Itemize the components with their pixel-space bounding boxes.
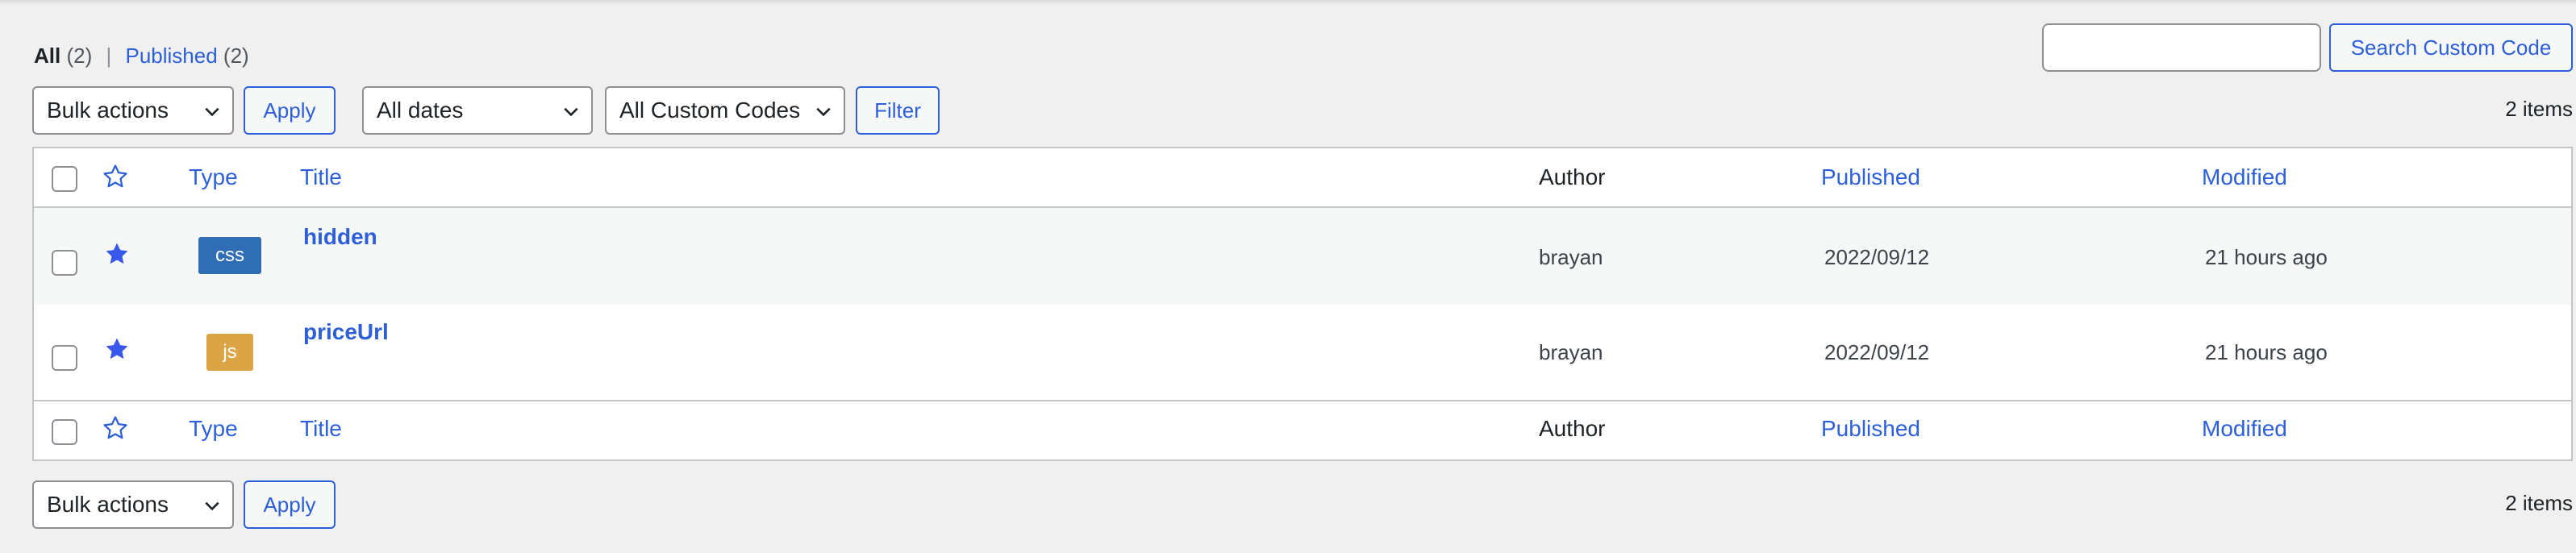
bulk-actions-label: Bulk actions	[47, 98, 169, 123]
select-all-checkbox-footer[interactable]	[52, 419, 77, 445]
row-author-link[interactable]: brayan	[1539, 340, 1603, 365]
search-input[interactable]	[2042, 23, 2321, 72]
status-filters: All (2) | Published (2)	[34, 44, 249, 69]
code-type-select[interactable]: All Custom Codes	[605, 86, 845, 135]
row-published-date: 2022/09/12	[1824, 245, 1930, 269]
dates-select[interactable]: All dates	[362, 86, 593, 135]
footer-column-author: Author	[1539, 416, 1606, 441]
dates-label: All dates	[377, 98, 464, 123]
column-modified[interactable]: Modified	[2202, 164, 2287, 190]
filter-separator: |	[106, 44, 112, 68]
row-checkbox[interactable]	[52, 345, 77, 371]
column-type[interactable]: Type	[189, 164, 238, 190]
star-filled-icon[interactable]	[103, 335, 131, 363]
filter-published[interactable]: Published	[125, 44, 217, 68]
row-modified-date: 21 hours ago	[2205, 340, 2328, 364]
table-row: css hidden brayan 2022/09/12 21 hours ag…	[34, 208, 2571, 305]
row-title-link[interactable]: priceUrl	[303, 319, 389, 345]
chevron-down-icon	[816, 107, 831, 117]
row-author-link[interactable]: brayan	[1539, 245, 1603, 270]
chevron-down-icon	[205, 107, 219, 117]
filter-all-count: (2)	[66, 44, 93, 68]
footer-column-modified[interactable]: Modified	[2202, 416, 2287, 442]
row-title-link[interactable]: hidden	[303, 224, 377, 250]
bulk-actions-select-bottom[interactable]: Bulk actions	[32, 480, 234, 529]
filter-all[interactable]: All	[34, 44, 60, 68]
select-all-checkbox[interactable]	[52, 166, 77, 192]
filter-button[interactable]: Filter	[856, 86, 940, 135]
table-header: Type Title Author Published Modified	[34, 148, 2571, 208]
star-outline-icon[interactable]	[102, 163, 129, 190]
column-author: Author	[1539, 164, 1606, 189]
filter-published-count: (2)	[223, 44, 249, 68]
table-row: js priceUrl brayan 2022/09/12 21 hours a…	[34, 305, 2571, 401]
bulk-actions-select-top[interactable]: Bulk actions	[32, 86, 234, 135]
row-modified-date: 21 hours ago	[2205, 245, 2328, 269]
chevron-down-icon	[205, 501, 219, 511]
custom-code-table: Type Title Author Published Modified css…	[32, 147, 2573, 461]
column-title[interactable]: Title	[300, 164, 342, 190]
column-published[interactable]: Published	[1821, 164, 1920, 190]
table-footer: Type Title Author Published Modified	[34, 401, 2571, 461]
star-filled-icon[interactable]	[103, 240, 131, 268]
row-checkbox[interactable]	[52, 250, 77, 276]
search-button[interactable]: Search Custom Code	[2329, 23, 2573, 72]
apply-button-top[interactable]: Apply	[244, 86, 336, 135]
items-count-bottom: 2 items	[2505, 491, 2573, 515]
code-type-label: All Custom Codes	[619, 98, 801, 123]
apply-button-bottom[interactable]: Apply	[244, 480, 336, 529]
items-count-top: 2 items	[2505, 97, 2573, 121]
top-shadow	[0, 0, 2576, 5]
row-published-date: 2022/09/12	[1824, 340, 1930, 364]
footer-column-title[interactable]: Title	[300, 416, 342, 442]
bulk-actions-label: Bulk actions	[47, 492, 169, 517]
footer-column-published[interactable]: Published	[1821, 416, 1920, 442]
type-badge-css: css	[198, 237, 261, 274]
chevron-down-icon	[564, 107, 578, 117]
footer-column-type[interactable]: Type	[189, 416, 238, 442]
type-badge-js: js	[206, 334, 253, 371]
star-outline-icon[interactable]	[102, 414, 129, 442]
